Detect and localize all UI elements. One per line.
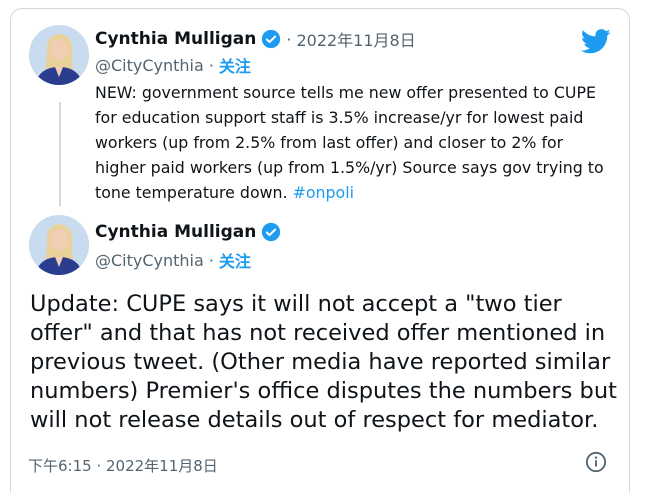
reply-handle-row: @CityCynthia · 关注 xyxy=(95,53,251,77)
hashtag-link[interactable]: #onpoli xyxy=(293,183,354,202)
author-handle[interactable]: @CityCynthia xyxy=(95,251,204,270)
embedded-tweet-card: Cynthia Mulligan · 2022年11月8日 @CityCynth… xyxy=(10,8,630,493)
avatar[interactable] xyxy=(29,25,89,85)
verified-badge-icon xyxy=(261,29,281,49)
follow-button[interactable]: 关注 xyxy=(219,53,251,77)
handle-separator: · xyxy=(208,55,214,75)
tweet-date[interactable]: 2022年11月8日 xyxy=(296,27,415,51)
follow-button[interactable]: 关注 xyxy=(219,248,251,272)
twitter-bird-icon[interactable] xyxy=(581,29,611,54)
reply-tweet-text: NEW: government source tells me new offe… xyxy=(95,80,610,205)
author-name[interactable]: Cynthia Mulligan xyxy=(95,222,256,242)
avatar[interactable] xyxy=(29,215,89,275)
author-handle[interactable]: @CityCynthia xyxy=(95,56,204,75)
main-tweet-text: Update: CUPE says it will not accept a "… xyxy=(30,291,617,433)
verified-badge-icon xyxy=(261,222,281,242)
main-author-row: Cynthia Mulligan xyxy=(95,222,281,242)
main-handle-row: @CityCynthia · 关注 xyxy=(95,248,251,272)
avatar-photo xyxy=(29,25,89,85)
date-separator: · xyxy=(286,29,292,49)
author-name[interactable]: Cynthia Mulligan xyxy=(95,29,256,49)
thread-connector-line xyxy=(59,102,61,206)
handle-separator: · xyxy=(208,250,214,270)
tweet-timestamp[interactable]: 下午6:15 · 2022年11月8日 xyxy=(28,455,218,476)
avatar-photo xyxy=(29,215,89,275)
info-icon[interactable] xyxy=(585,451,607,473)
reply-author-row: Cynthia Mulligan · 2022年11月8日 xyxy=(95,27,416,51)
